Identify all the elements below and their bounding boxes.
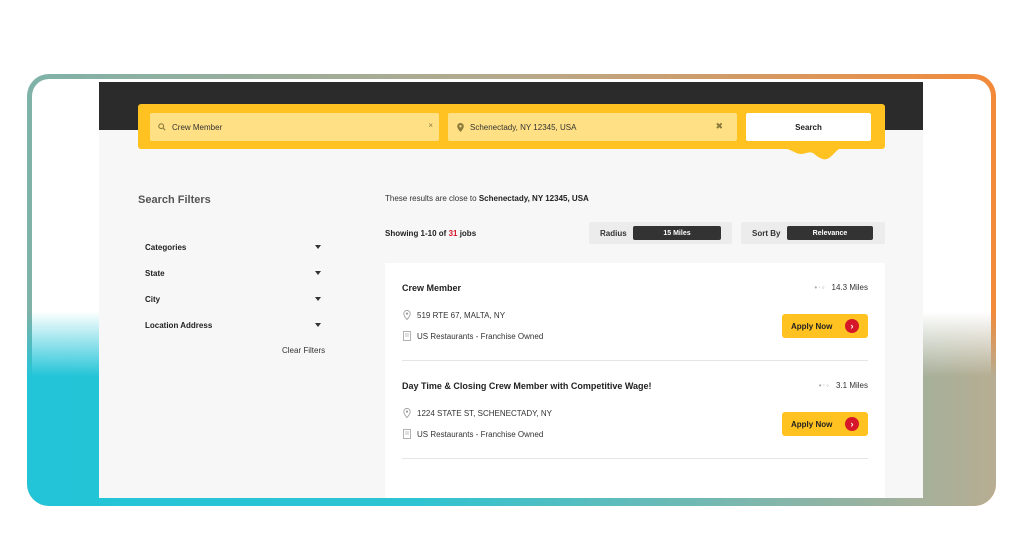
filter-label: City — [145, 294, 161, 304]
building-icon — [402, 331, 412, 341]
location-value: Schenectady, NY 12345, USA — [470, 122, 577, 132]
filter-label: Location Address — [145, 320, 213, 330]
filter-city[interactable]: City — [145, 291, 321, 307]
chevron-down-icon — [315, 271, 321, 275]
job-address: 1224 STATE ST, SCHENECTADY, NY — [402, 408, 552, 418]
filter-state[interactable]: State — [145, 265, 321, 281]
clear-filters-link[interactable]: Clear Filters — [282, 346, 325, 355]
location-pin-icon — [402, 310, 412, 320]
location-pin-icon — [402, 408, 412, 418]
location-field[interactable]: Schenectady, NY 12345, USA ✖ — [448, 113, 737, 141]
location-pin-icon — [456, 122, 464, 132]
sort-label: Sort By — [752, 228, 781, 238]
job-title[interactable]: Day Time & Closing Crew Member with Comp… — [402, 381, 652, 391]
chevron-down-icon — [315, 323, 321, 327]
job-address: 519 RTE 67, MALTA, NY — [402, 310, 505, 320]
chevron-down-icon — [315, 245, 321, 249]
apply-now-button[interactable]: Apply Now › — [782, 412, 868, 436]
card-divider — [402, 458, 868, 459]
job-distance: •‧◦ 14.3 Miles — [814, 283, 868, 292]
radius-value[interactable]: 15 Miles — [633, 226, 721, 240]
results-count: Showing 1-10 of 31 jobs — [385, 229, 477, 238]
chevron-down-icon — [315, 297, 321, 301]
clear-location-icon[interactable]: ✖ — [715, 121, 723, 132]
filter-location-address[interactable]: Location Address — [145, 317, 321, 333]
sort-value[interactable]: Relevance — [787, 226, 873, 240]
job-company: US Restaurants - Franchise Owned — [402, 429, 543, 439]
distance-icon: •‧◦ — [814, 283, 826, 292]
filters-title: Search Filters — [138, 194, 211, 206]
careers-page: Crew Member × Schenectady, NY 12345, USA… — [99, 82, 923, 498]
building-icon — [402, 429, 412, 439]
distance-icon: •‧◦ — [818, 381, 830, 390]
keyword-field[interactable]: Crew Member × — [150, 113, 439, 141]
search-button[interactable]: Search — [746, 113, 871, 141]
chevron-right-icon: › — [845, 417, 859, 431]
job-results-list: Crew Member •‧◦ 14.3 Miles 519 RTE 67, M… — [385, 263, 885, 498]
job-distance: •‧◦ 3.1 Miles — [818, 381, 868, 390]
filter-label: State — [145, 268, 165, 278]
keyword-value: Crew Member — [172, 122, 223, 132]
search-icon — [158, 123, 166, 131]
job-company: US Restaurants - Franchise Owned — [402, 331, 543, 341]
filter-label: Categories — [145, 242, 187, 252]
search-bar: Crew Member × Schenectady, NY 12345, USA… — [138, 104, 885, 149]
clear-keyword-icon[interactable]: × — [428, 121, 433, 130]
card-divider — [402, 360, 868, 361]
job-title[interactable]: Crew Member — [402, 283, 461, 293]
filter-categories[interactable]: Categories — [145, 239, 321, 255]
results-location-note: These results are close to Schenectady, … — [385, 194, 589, 203]
radius-label: Radius — [600, 228, 627, 238]
chevron-right-icon: › — [845, 319, 859, 333]
sort-selector[interactable]: Sort By Relevance — [741, 222, 885, 244]
apply-now-button[interactable]: Apply Now › — [782, 314, 868, 338]
radius-selector[interactable]: Radius 15 Miles — [589, 222, 732, 244]
results-location: Schenectady, NY 12345, USA — [478, 194, 589, 203]
